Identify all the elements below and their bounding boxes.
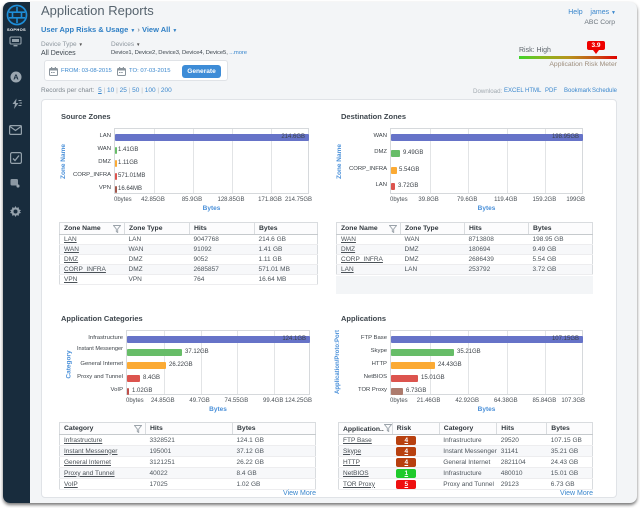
svg-text:A: A <box>13 73 19 82</box>
